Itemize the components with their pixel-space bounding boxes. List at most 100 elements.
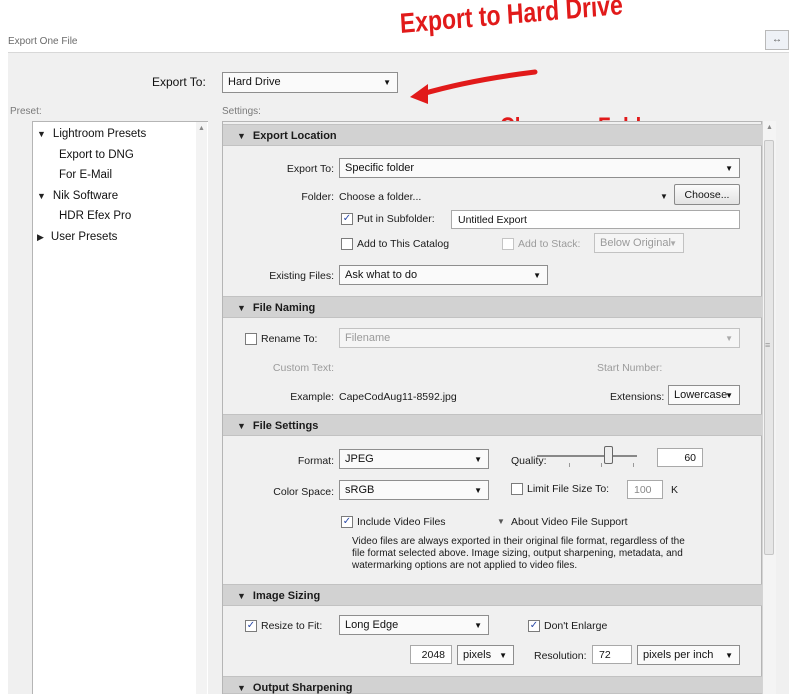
add-to-stack-checkbox[interactable] [502, 238, 514, 250]
about-video-link[interactable]: About Video File Support [511, 516, 628, 528]
size-unit-dropdown[interactable]: pixels ▼ [457, 645, 514, 665]
video-note-line-2: file format selected above. Image sizing… [352, 548, 683, 559]
preset-folder-user[interactable]: ▶ User Presets [37, 231, 117, 243]
limit-file-size-input[interactable]: 100 [627, 480, 663, 499]
example-filename: CapeCodAug11-8592.jpg [339, 391, 457, 403]
window-title: Export One File [8, 36, 78, 47]
export-to-value: Hard Drive [228, 76, 281, 88]
resize-mode-dropdown[interactable]: Long Edge ▼ [339, 615, 489, 635]
preset-item-export-dng[interactable]: Export to DNG [59, 149, 134, 161]
settings-panel [222, 121, 762, 694]
dont-enlarge-label: Don't Enlarge [544, 620, 608, 632]
preset-folder-nik[interactable]: ▼ Nik Software [37, 190, 118, 202]
export-location-dropdown[interactable]: Specific folder ▼ [339, 158, 740, 178]
scroll-grip-icon: ≡ [765, 340, 771, 350]
expanded-triangle-icon: ▼ [237, 421, 246, 431]
rename-template-dropdown[interactable]: Filename ▼ [339, 328, 740, 348]
dont-enlarge-checkbox[interactable]: ✓ [528, 620, 540, 632]
stack-position-dropdown[interactable]: Below Original ▼ [594, 233, 684, 253]
resolution-input[interactable]: 72 [592, 645, 632, 664]
limit-file-size-checkbox[interactable] [511, 483, 523, 495]
preset-item-email[interactable]: For E-Mail [59, 169, 112, 181]
folder-value[interactable]: Choose a folder... [339, 191, 421, 203]
slider-tick [601, 463, 602, 467]
section-image-sizing[interactable]: ▼ Image Sizing [223, 584, 762, 606]
expanded-triangle-icon: ▼ [237, 131, 246, 141]
annotation-export-hard-drive: Export to Hard Drive [399, 0, 624, 39]
expanded-triangle-icon: ▼ [237, 591, 246, 601]
chevron-down-icon: ▼ [725, 334, 733, 343]
chevron-down-icon: ▼ [474, 621, 482, 630]
export-to-location-label: Export To: [286, 163, 334, 175]
start-number-label: Start Number: [597, 362, 663, 374]
section-output-sharpening[interactable]: ▼ Output Sharpening [223, 676, 762, 694]
limit-file-size-unit: K [671, 484, 679, 496]
long-edge-size-input[interactable]: 2048 [410, 645, 452, 664]
chevron-down-icon[interactable]: ▼ [660, 192, 668, 201]
section-file-settings[interactable]: ▼ File Settings [223, 414, 762, 436]
put-in-subfolder-label: Put in Subfolder: [357, 213, 435, 225]
preset-folder-lightroom[interactable]: ▼ Lightroom Presets [37, 128, 146, 140]
window-resize-icon[interactable]: ↔ [765, 30, 789, 50]
format-label: Format: [297, 455, 334, 467]
chevron-down-icon: ▼ [474, 486, 482, 495]
format-dropdown[interactable]: JPEG ▼ [339, 449, 489, 469]
resolution-label: Resolution: [534, 650, 587, 662]
scroll-up-icon[interactable]: ▲ [196, 125, 207, 132]
color-space-label: Color Space: [273, 486, 334, 498]
settings-label: Settings: [222, 106, 261, 117]
existing-files-dropdown[interactable]: Ask what to do ▼ [339, 265, 548, 285]
existing-files-label: Existing Files: [269, 270, 334, 282]
slider-tick [569, 463, 570, 467]
quality-input[interactable]: 60 [657, 448, 703, 467]
chevron-down-icon: ▼ [725, 164, 733, 173]
add-to-catalog-checkbox[interactable] [341, 238, 353, 250]
expanded-triangle-icon: ▼ [237, 303, 246, 313]
section-file-naming[interactable]: ▼ File Naming [223, 296, 762, 318]
color-space-dropdown[interactable]: sRGB ▼ [339, 480, 489, 500]
choose-folder-button[interactable]: Choose... [674, 184, 740, 205]
resize-to-fit-label: Resize to Fit: [261, 620, 323, 632]
preset-label: Preset: [10, 106, 42, 117]
video-note-line-1: Video files are always exported in their… [352, 536, 685, 547]
include-video-label: Include Video Files [357, 516, 446, 528]
slider-tick [633, 463, 634, 467]
video-note-line-3: watermarking options are not applied to … [352, 560, 578, 571]
chevron-down-icon: ▼ [383, 78, 391, 87]
rename-to-label: Rename To: [261, 333, 318, 345]
expanded-triangle-icon: ▼ [237, 683, 246, 693]
add-to-catalog-label: Add to This Catalog [357, 238, 450, 250]
preset-scrollbar[interactable]: ▲ [196, 122, 207, 694]
expanded-triangle-icon: ▼ [37, 191, 46, 201]
scroll-up-icon[interactable]: ▲ [763, 124, 776, 131]
extensions-dropdown[interactable]: Lowercase ▼ [668, 385, 740, 405]
preset-item-hdr-efex[interactable]: HDR Efex Pro [59, 210, 131, 222]
custom-text-label: Custom Text: [272, 362, 334, 374]
add-to-stack-label: Add to Stack: [518, 238, 581, 250]
chevron-down-icon: ▼ [499, 651, 507, 660]
chevron-down-icon: ▼ [725, 651, 733, 660]
preset-list: ▼ Lightroom Presets Export to DNG For E-M… [32, 121, 208, 694]
rename-to-checkbox[interactable] [245, 333, 257, 345]
resize-to-fit-checkbox[interactable]: ✓ [245, 620, 257, 632]
expanded-triangle-icon: ▼ [497, 517, 505, 526]
export-to-dropdown[interactable]: Hard Drive ▼ [222, 72, 398, 93]
chevron-down-icon: ▼ [533, 271, 541, 280]
quality-slider-track[interactable] [537, 455, 637, 457]
chevron-down-icon: ▼ [474, 455, 482, 464]
extensions-label: Extensions: [610, 391, 665, 403]
subfolder-name-input[interactable]: Untitled Export [451, 210, 740, 229]
section-export-location[interactable]: ▼ Export Location [223, 124, 762, 146]
annotation-arrow-icon [410, 69, 538, 104]
example-label: Example: [290, 391, 334, 403]
include-video-checkbox[interactable]: ✓ [341, 516, 353, 528]
limit-file-size-label: Limit File Size To: [527, 483, 610, 495]
collapsed-triangle-icon: ▶ [37, 232, 44, 242]
quality-slider-thumb[interactable] [604, 446, 613, 464]
export-to-label: Export To: [152, 75, 206, 89]
put-in-subfolder-checkbox[interactable]: ✓ [341, 213, 353, 225]
resolution-unit-dropdown[interactable]: pixels per inch ▼ [637, 645, 740, 665]
expanded-triangle-icon: ▼ [37, 129, 46, 139]
chevron-down-icon: ▼ [669, 239, 677, 248]
chevron-down-icon: ▼ [725, 391, 733, 400]
